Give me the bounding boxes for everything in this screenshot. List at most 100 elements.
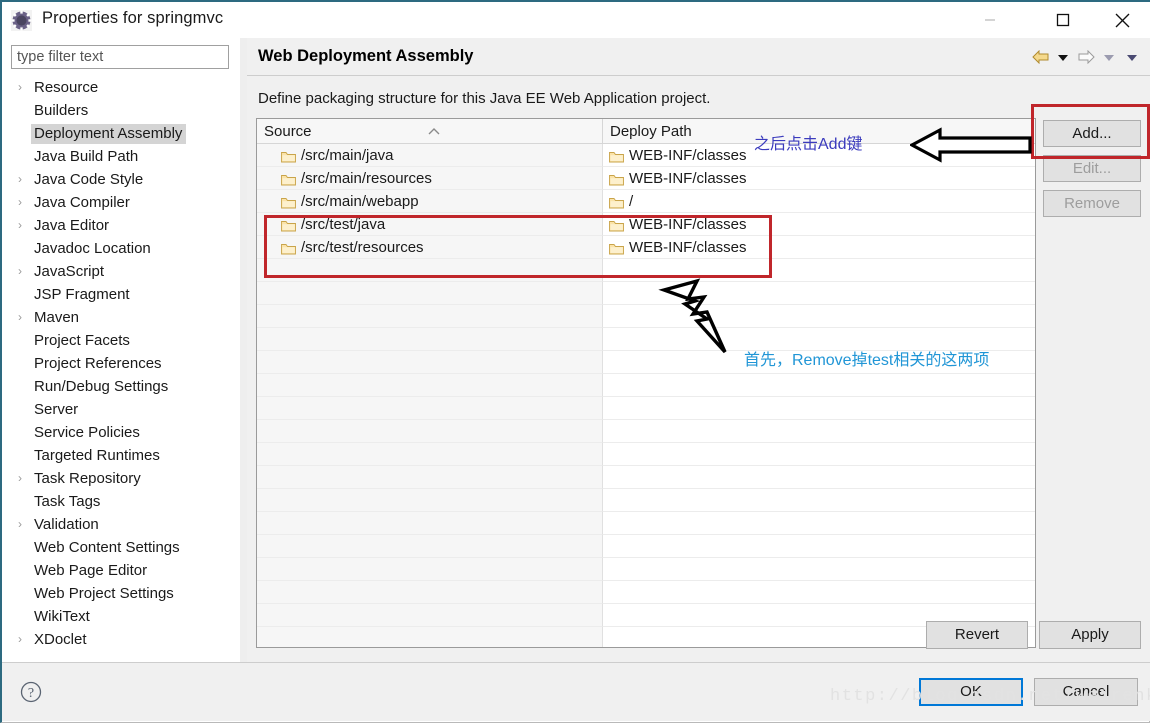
chevron-right-icon[interactable]: ›: [18, 306, 22, 329]
chevron-right-icon[interactable]: ›: [18, 214, 22, 237]
table-row-empty[interactable]: [257, 443, 1035, 466]
table-row-empty[interactable]: [257, 328, 1035, 351]
sidebar-item-xdoclet[interactable]: › XDoclet: [2, 628, 240, 651]
search-input[interactable]: [11, 45, 229, 69]
sidebar-item-server[interactable]: Server: [2, 398, 240, 421]
help-question-icon[interactable]: ?: [20, 681, 42, 708]
column-header-deploy-path[interactable]: Deploy Path: [602, 119, 1035, 144]
table-row-empty[interactable]: [257, 420, 1035, 443]
table-cell-source-empty: [257, 374, 602, 397]
table-row[interactable]: /src/main/resources WEB-INF/classes: [257, 167, 1035, 190]
table-row[interactable]: /src/main/java WEB-INF/classes: [257, 144, 1035, 167]
sidebar-item-project-references[interactable]: Project References: [2, 352, 240, 375]
chevron-down-icon-forward[interactable]: [1099, 47, 1119, 67]
table-row-empty[interactable]: [257, 397, 1035, 420]
sidebar-item-project-facets[interactable]: Project Facets: [2, 329, 240, 352]
table-row[interactable]: /src/test/resources WEB-INF/classes: [257, 236, 1035, 259]
chevron-right-icon[interactable]: ›: [18, 260, 22, 283]
table-row-empty[interactable]: [257, 604, 1035, 627]
sidebar-item-wikitext[interactable]: WikiText: [2, 605, 240, 628]
table-row-empty[interactable]: [257, 466, 1035, 489]
table-row-empty[interactable]: [257, 535, 1035, 558]
sidebar-item-service-policies[interactable]: Service Policies: [2, 421, 240, 444]
sidebar-item-label: Javadoc Location: [34, 240, 151, 257]
sidebar-item-javascript[interactable]: › JavaScript: [2, 260, 240, 283]
chevron-right-icon[interactable]: ›: [18, 513, 22, 536]
sidebar-item-run-debug-settings[interactable]: Run/Debug Settings: [2, 375, 240, 398]
forward-arrow-icon[interactable]: [1076, 47, 1096, 67]
sidebar-item-java-compiler[interactable]: › Java Compiler: [2, 191, 240, 214]
chevron-down-icon[interactable]: [1053, 47, 1073, 67]
settings-tree[interactable]: › Resource Builders Deployment Assembly Java…: [2, 76, 240, 662]
sidebar-item-maven[interactable]: › Maven: [2, 306, 240, 329]
table-row-empty[interactable]: [257, 351, 1035, 374]
sidebar-item-web-page-editor[interactable]: Web Page Editor: [2, 559, 240, 582]
table-cell-source[interactable]: /src/main/resources: [257, 167, 602, 190]
table-row-empty[interactable]: [257, 282, 1035, 305]
chevron-down-icon-menu[interactable]: [1122, 47, 1142, 67]
table-body: /src/main/java WEB-INF/classes/src/main/r…: [257, 144, 1035, 647]
page-title: Web Deployment Assembly: [258, 47, 474, 65]
sidebar-item-web-content-settings[interactable]: Web Content Settings: [2, 536, 240, 559]
deployment-assembly-table[interactable]: Source Deploy Path /src/main/java WEB-INF…: [256, 118, 1036, 648]
sidebar-item-label: Web Page Editor: [34, 562, 148, 579]
edit-button[interactable]: Edit...: [1043, 155, 1141, 182]
sidebar-item-web-project-settings[interactable]: Web Project Settings: [2, 582, 240, 605]
table-cell-deploy[interactable]: /: [602, 190, 1035, 213]
sidebar-item-resource[interactable]: › Resource: [2, 76, 240, 99]
table-row-empty[interactable]: [257, 512, 1035, 535]
sidebar-item-java-build-path[interactable]: Java Build Path: [2, 145, 240, 168]
table-row[interactable]: /src/test/java WEB-INF/classes: [257, 213, 1035, 236]
sidebar-item-javadoc-location[interactable]: Javadoc Location: [2, 237, 240, 260]
sidebar-item-jsp-fragment[interactable]: JSP Fragment: [2, 283, 240, 306]
table-cell-deploy[interactable]: WEB-INF/classes: [602, 236, 1035, 259]
table-cell-source[interactable]: /src/main/java: [257, 144, 602, 167]
sidebar-item-label: JSP Fragment: [34, 286, 130, 303]
chevron-right-icon[interactable]: ›: [18, 168, 22, 191]
sidebar-item-builders[interactable]: Builders: [2, 99, 240, 122]
table-cell-source-label: /src/main/resources: [301, 170, 432, 187]
page-description: Define packaging structure for this Java…: [258, 90, 711, 107]
table-cell-source-empty: [257, 328, 602, 351]
table-row-empty[interactable]: [257, 489, 1035, 512]
table-row-empty[interactable]: [257, 374, 1035, 397]
table-cell-deploy-empty: [602, 420, 1035, 443]
table-row[interactable]: /src/main/webapp /: [257, 190, 1035, 213]
table-cell-source[interactable]: /src/test/resources: [257, 236, 602, 259]
add-button[interactable]: Add...: [1043, 120, 1141, 147]
sidebar-item-label: Java Build Path: [34, 148, 139, 165]
table-row-empty[interactable]: [257, 581, 1035, 604]
title-bar: Properties for springmvc: [2, 0, 1150, 38]
table-cell-source[interactable]: /src/main/webapp: [257, 190, 602, 213]
table-row-empty[interactable]: [257, 627, 1035, 647]
table-cell-source[interactable]: /src/test/java: [257, 213, 602, 236]
chevron-right-icon[interactable]: ›: [18, 467, 22, 490]
apply-button[interactable]: Apply: [1039, 621, 1141, 649]
revert-button[interactable]: Revert: [926, 621, 1028, 649]
chevron-right-icon[interactable]: ›: [18, 76, 22, 99]
table-cell-deploy-empty: [602, 443, 1035, 466]
sidebar-item-validation[interactable]: › Validation: [2, 513, 240, 536]
sidebar-item-task-repository[interactable]: › Task Repository: [2, 467, 240, 490]
close-icon[interactable]: [1099, 2, 1145, 38]
minimize-button[interactable]: [967, 2, 1013, 38]
table-cell-deploy-empty: [602, 397, 1035, 420]
sidebar-item-targeted-runtimes[interactable]: Targeted Runtimes: [2, 444, 240, 467]
sidebar-item-deployment-assembly[interactable]: Deployment Assembly: [2, 122, 240, 145]
table-row-empty[interactable]: [257, 558, 1035, 581]
sidebar-item-java-editor[interactable]: › Java Editor: [2, 214, 240, 237]
chevron-right-icon[interactable]: ›: [18, 191, 22, 214]
table-cell-deploy[interactable]: WEB-INF/classes: [602, 144, 1035, 167]
panel-splitter[interactable]: [240, 38, 247, 662]
table-cell-deploy[interactable]: WEB-INF/classes: [602, 167, 1035, 190]
sidebar-item-task-tags[interactable]: Task Tags: [2, 490, 240, 513]
table-cell-deploy[interactable]: WEB-INF/classes: [602, 213, 1035, 236]
column-header-source[interactable]: Source: [257, 119, 602, 144]
maximize-button[interactable]: [1040, 2, 1086, 38]
chevron-right-icon[interactable]: ›: [18, 628, 22, 651]
table-row-empty[interactable]: [257, 305, 1035, 328]
remove-button[interactable]: Remove: [1043, 190, 1141, 217]
sidebar-item-java-code-style[interactable]: › Java Code Style: [2, 168, 240, 191]
table-row-empty[interactable]: [257, 259, 1035, 282]
back-arrow-icon[interactable]: [1030, 47, 1050, 67]
